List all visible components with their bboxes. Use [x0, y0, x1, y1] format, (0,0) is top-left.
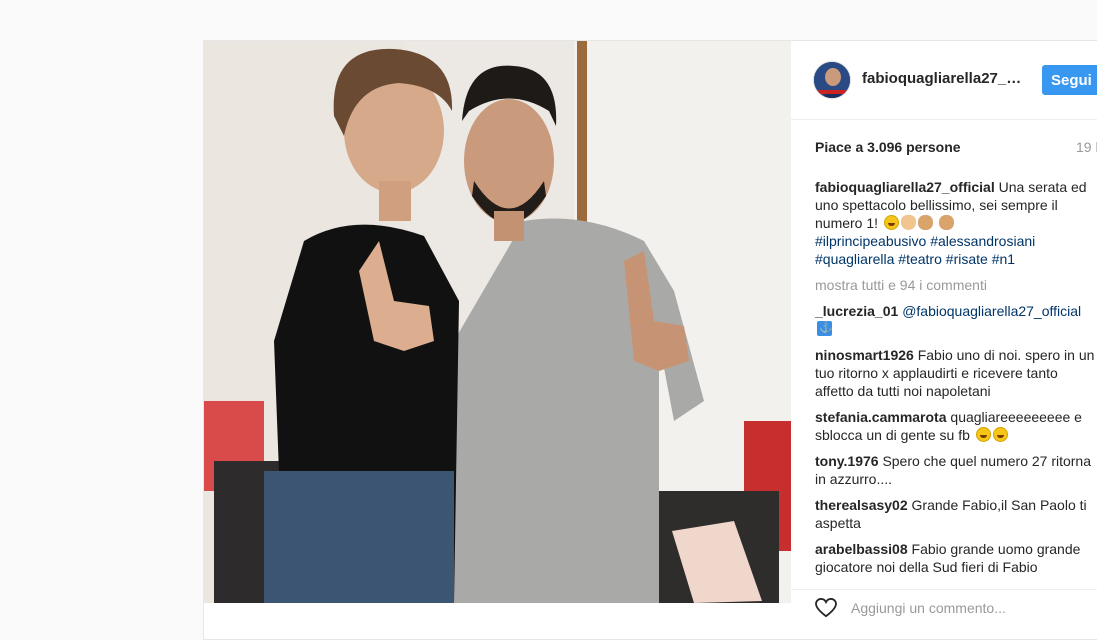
comment-username[interactable]: therealsasy02: [815, 497, 908, 513]
comment-username[interactable]: ninosmart1926: [815, 347, 914, 363]
comment: stefania.cammarota quagliareeeeeeeee e s…: [815, 408, 1097, 444]
laughing-emoji-icon: [883, 215, 899, 230]
post-time[interactable]: 19 h: [1076, 139, 1097, 155]
comment-username[interactable]: stefania.cammarota: [815, 409, 947, 425]
avatar[interactable]: [813, 61, 851, 99]
add-comment-input[interactable]: Aggiungi un commento...: [851, 600, 1006, 616]
post-sidebar: fabioquagliarella27_of... Segui Piace a …: [791, 41, 1097, 620]
anchor-emoji-icon: [817, 319, 833, 337]
show-all-comments-link[interactable]: mostra tutti e 94 i commenti: [815, 276, 1097, 294]
comment: tony.1976 Spero che quel numero 27 ritor…: [815, 452, 1097, 488]
heart-icon[interactable]: [815, 597, 837, 623]
post-username[interactable]: fabioquagliarella27_of...: [862, 70, 1027, 87]
comment-username[interactable]: tony.1976: [815, 453, 879, 469]
hashtag[interactable]: #risate: [946, 251, 988, 267]
hand-icon: [938, 215, 954, 230]
comments-list: fabioquagliarella27_official Una serata …: [815, 178, 1097, 584]
follow-button[interactable]: Segui: [1042, 65, 1097, 95]
comment-username[interactable]: arabelbassi08: [815, 541, 908, 557]
comment-username[interactable]: _lucrezia_01: [815, 303, 898, 319]
laughing-emoji-icon: [992, 427, 1008, 442]
caption: fabioquagliarella27_official Una serata …: [815, 178, 1097, 268]
hashtag[interactable]: #alessandrosiani: [930, 233, 1035, 249]
post-card: fabioquagliarella27_of... Segui Piace a …: [203, 40, 1097, 640]
comment-text[interactable]: @fabioquagliarella27_official: [902, 303, 1081, 319]
clapping-hands-icon: [900, 215, 916, 230]
comment: ninosmart1926 Fabio uno di noi. spero in…: [815, 346, 1097, 400]
likes-row: Piace a 3.096 persone 19 h: [815, 139, 1097, 155]
hashtag[interactable]: #n1: [992, 251, 1015, 267]
caption-username[interactable]: fabioquagliarella27_official: [815, 179, 995, 195]
comment: arabelbassi08 Fabio grande uomo grande g…: [815, 540, 1097, 576]
comment: _lucrezia_01 @fabioquagliarella27_offici…: [815, 302, 1097, 338]
post-photo[interactable]: [204, 41, 791, 603]
hashtag[interactable]: #teatro: [898, 251, 942, 267]
likes-count[interactable]: Piace a 3.096 persone: [815, 139, 961, 155]
post-header: fabioquagliarella27_of... Segui: [791, 41, 1097, 120]
comment: therealsasy02 Grande Fabio,il San Paolo …: [815, 496, 1097, 532]
hashtag[interactable]: #ilprincipeabusivo: [815, 233, 926, 249]
comment-bar: Aggiungi un commento...: [791, 589, 1097, 620]
hashtag[interactable]: #quagliarella: [815, 251, 894, 267]
laughing-emoji-icon: [975, 427, 991, 442]
hand-icon: [917, 215, 933, 230]
